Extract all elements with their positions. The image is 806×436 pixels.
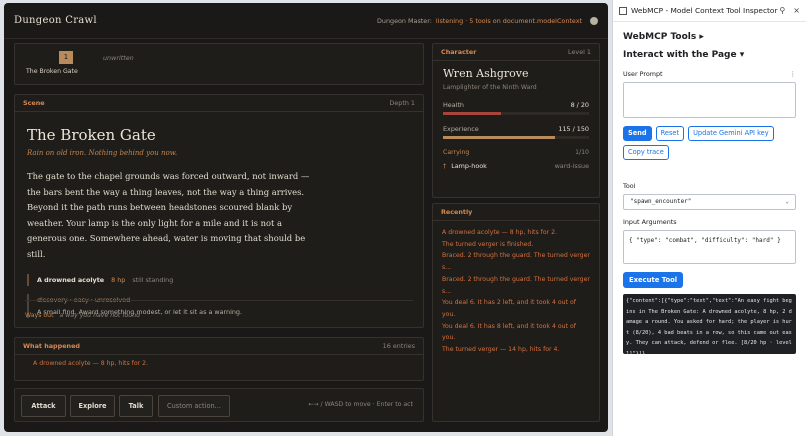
history-entry: A drowned acolyte — 8 hp, hits for 2.	[33, 360, 149, 367]
health-value: 8 / 20	[570, 101, 589, 109]
character-header-label: Character	[441, 48, 477, 56]
map-unwritten: unwritten	[103, 54, 134, 62]
divider	[25, 300, 413, 301]
inventory-item[interactable]: † Lamp-hook ward-issue	[443, 162, 589, 170]
close-icon[interactable]: ×	[793, 6, 800, 15]
more-icon[interactable]: ⋮	[790, 70, 796, 78]
recent-header: Recently	[433, 204, 599, 221]
send-button[interactable]: Send	[623, 126, 652, 141]
experience-bar-fill	[443, 136, 556, 139]
scene-text: The gate to the chapel grounds was force…	[27, 171, 310, 259]
health-label: Health	[443, 101, 464, 109]
experience-bar	[443, 136, 589, 139]
scene-header: Scene Depth 1	[15, 95, 423, 112]
attack-button[interactable]: Attack	[21, 395, 66, 417]
health-bar-fill	[443, 112, 502, 115]
scene-panel: Scene Depth 1 The Broken Gate Rain on ol…	[14, 94, 424, 328]
dm-status-text: listening · 5 tools on document.modelCon…	[435, 16, 582, 25]
character-level: Level 1	[568, 48, 591, 56]
inspector-panel: WebMCP - Model Context Tool Inspector ⚲ …	[612, 0, 806, 436]
recent-header-label: Recently	[441, 208, 473, 216]
recent-panel: Recently A drowned acolyte — 8 hp, hits …	[432, 203, 600, 422]
custom-action-input[interactable]: Custom action...	[158, 395, 230, 417]
map-node[interactable]: 1	[59, 51, 73, 64]
ways-out: Ways out a way you have not found	[25, 312, 140, 319]
tool-select[interactable]: "spawn_encounter" ⌄	[623, 194, 796, 210]
experience-stat: Experience 115 / 150	[443, 125, 589, 133]
enemy-hp: 8 hp	[111, 276, 126, 284]
dungeon-master-status: Dungeon Master: listening · 5 tools on d…	[377, 16, 598, 25]
history-header-label: What happened	[23, 342, 80, 350]
enemy-name: A drowned acolyte	[37, 276, 105, 284]
experience-value: 115 / 150	[558, 125, 589, 133]
interact-heading[interactable]: Interact with the Page ▾	[623, 50, 806, 60]
experience-label: Experience	[443, 125, 479, 133]
top-bar: Dungeon Crawl Dungeon Master: listening …	[4, 3, 608, 39]
carrying-row: Carrying 1/10	[443, 149, 589, 156]
chevron-down-icon: ⌄	[785, 198, 789, 205]
history-panel: What happened 16 entries A drowned acoly…	[14, 337, 424, 381]
reset-button[interactable]: Reset	[655, 126, 685, 141]
ways-out-label: Ways out	[25, 312, 54, 319]
ways-out-value: a way you have not found	[59, 312, 141, 319]
tool-select-value: "spawn_encounter"	[630, 198, 692, 205]
log-entry: You deal 6. It has 2 left, and it took 4…	[442, 299, 576, 318]
log-entry: A drowned acolyte — 8 hp, hits for 2.	[442, 229, 558, 236]
game-title: Dungeon Crawl	[14, 15, 97, 26]
explore-button[interactable]: Explore	[70, 395, 115, 417]
health-stat: Health 8 / 20	[443, 101, 589, 109]
map-node-name: The Broken Gate	[26, 68, 78, 75]
health-bar	[443, 112, 589, 115]
controls-hint: ←→ / WASD to move · Enter to act	[308, 401, 413, 408]
talk-button[interactable]: Talk	[119, 395, 153, 417]
copy-trace-button[interactable]: Copy trace	[623, 145, 669, 160]
prompt-label-row: User Prompt ⋮	[623, 70, 806, 78]
action-bar: Attack Explore Talk Custom action... ←→ …	[14, 388, 424, 422]
github-icon[interactable]	[590, 16, 598, 25]
scene-depth: Depth 1	[389, 99, 415, 107]
enemy-entry: A drowned acolyte 8 hp still standing	[27, 274, 411, 286]
prompt-label: User Prompt	[623, 70, 663, 78]
input-arguments-field[interactable]: { "type": "combat", "difficulty": "hard"…	[623, 230, 796, 264]
prompt-buttons: Send Reset Update Gemini API key Copy tr…	[623, 126, 793, 160]
history-count: 16 entries	[382, 342, 415, 350]
update-api-key-button[interactable]: Update Gemini API key	[688, 126, 774, 141]
history-header: What happened 16 entries	[15, 338, 423, 355]
titlebar-controls: ⚲ ×	[779, 6, 800, 15]
tool-label: Tool	[623, 182, 636, 190]
character-name: Wren Ashgrove	[443, 67, 529, 80]
scene-header-label: Scene	[23, 99, 45, 107]
character-panel: Character Level 1 Wren Ashgrove Lampligh…	[432, 43, 600, 198]
carrying-label: Carrying	[443, 149, 470, 156]
recent-log: A drowned acolyte — 8 hp, hits for 2. Th…	[433, 221, 599, 362]
args-label: Input Arguments	[623, 218, 677, 226]
dm-label: Dungeon Master:	[377, 16, 432, 25]
dagger-icon: †	[443, 162, 447, 170]
map-strip: 1 The Broken Gate unwritten	[14, 43, 424, 85]
log-entry: The turned verger — 14 hp, hits for 4.	[442, 346, 560, 354]
log-entry: Braced. 2 through the guard. The turned …	[442, 252, 590, 272]
log-entry: The turned verger is finished.	[442, 240, 534, 248]
inspector-title: WebMCP - Model Context Tool Inspector	[631, 6, 778, 15]
scene-subtitle: Rain on old iron. Nothing behind you now…	[27, 149, 178, 157]
item-name: Lamp-hook	[451, 162, 487, 170]
game-window: Dungeon Crawl Dungeon Master: listening …	[4, 3, 608, 432]
tools-heading[interactable]: WebMCP Tools ▸	[623, 32, 806, 42]
tool-output: {"content":[{"type":"text","text":"An ea…	[623, 294, 796, 354]
item-tag: ward-issue	[554, 162, 589, 170]
character-title: Lamplighter of the Ninth Ward	[443, 84, 537, 91]
execute-tool-button[interactable]: Execute Tool	[623, 272, 684, 288]
user-prompt-input[interactable]	[623, 82, 796, 118]
log-entry: You deal 6. It has 8 left, and it took 4…	[442, 322, 576, 342]
enemy-status: still standing	[132, 276, 174, 284]
pin-icon[interactable]: ⚲	[779, 6, 785, 15]
extension-icon	[619, 6, 627, 15]
carrying-value: 1/10	[575, 149, 589, 156]
log-entry: Braced. 2 through the guard. The turned …	[442, 275, 590, 295]
scene-title: The Broken Gate	[27, 126, 156, 144]
inspector-titlebar: WebMCP - Model Context Tool Inspector ⚲ …	[613, 0, 806, 22]
character-header: Character Level 1	[433, 44, 599, 61]
